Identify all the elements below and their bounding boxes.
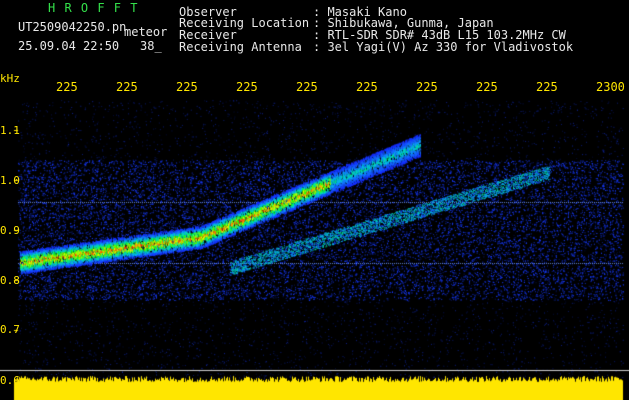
x-tick-label: 225 <box>236 80 258 94</box>
count-label: 38_ <box>140 39 162 53</box>
x-tick-label: 2300 <box>596 80 625 94</box>
datetime-label: 25.09.04 22:50 <box>18 39 120 53</box>
x-tick-label: 225 <box>476 80 498 94</box>
y-tick-label: 0.8 <box>0 274 20 287</box>
filename-label: UT2509042250.pn <box>18 20 127 34</box>
event-tag: meteor <box>124 25 168 39</box>
antenna-value: : 3el Yagi(V) Az 330 for Vladivostok <box>313 40 574 54</box>
antenna-label: Receiving Antenna <box>179 40 302 54</box>
x-tick-label: 225 <box>176 80 198 94</box>
station-name: H R O F F T <box>48 1 139 15</box>
spectrogram-canvas <box>0 0 629 400</box>
x-tick-label: 225 <box>536 80 558 94</box>
x-tick-label: 225 <box>56 80 78 94</box>
y-axis-unit: kHz <box>0 72 20 85</box>
y-tick-label: 0.9 <box>0 224 20 237</box>
y-tick-label: 0.6 <box>0 374 20 387</box>
y-tick-label: 0.7 <box>0 323 20 336</box>
x-tick-label: 225 <box>296 80 318 94</box>
y-tick-label: 1.1 <box>0 124 20 137</box>
x-tick-label: 225 <box>356 80 378 94</box>
x-tick-label: 225 <box>416 80 438 94</box>
x-tick-label: 225 <box>116 80 138 94</box>
y-tick-label: 1.0 <box>0 174 20 187</box>
